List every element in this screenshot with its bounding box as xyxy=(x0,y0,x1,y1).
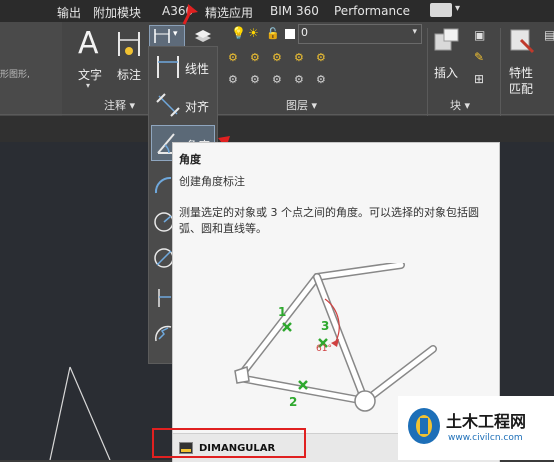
insert-button[interactable]: 插入 xyxy=(432,26,464,82)
layer-dropdown[interactable]: ▾ xyxy=(298,24,422,44)
block-attribute-icon[interactable]: ⊞ xyxy=(474,72,484,86)
command-highlight-box xyxy=(152,428,306,458)
watermark-emblem-icon xyxy=(408,408,440,444)
truncated-text: 形图形, xyxy=(0,70,30,80)
tooltip-body: 测量选定的对象或 3 个点之间的角度。可以选择的对象包括圆弧、圆和直线等。 xyxy=(179,206,479,235)
text-button[interactable]: A 文字 ▾ xyxy=(72,26,108,90)
match-properties-icon xyxy=(510,29,535,54)
layer-tool-icon[interactable]: ⚙ xyxy=(294,51,310,67)
watermark-name: 土木工程网 xyxy=(446,412,527,431)
match-label-2: 匹配 xyxy=(509,82,534,96)
insert-label: 插入 xyxy=(434,66,459,80)
tooltip-description: 创建角度标注 xyxy=(179,175,245,188)
tab-output[interactable]: 输出 xyxy=(57,4,81,21)
match-label-1: 特性 xyxy=(509,66,534,80)
layer-tool-icon[interactable]: ⚙ xyxy=(294,73,310,89)
chevron-down-icon: ▾ xyxy=(86,81,91,90)
layer-tool-icon[interactable]: ⚙ xyxy=(316,73,332,89)
block-tool-icon[interactable]: ▣ xyxy=(474,28,485,42)
point-label-2: 2 xyxy=(289,395,298,409)
match-properties-button[interactable]: 特性 匹配 xyxy=(505,26,541,96)
text-a-icon: A xyxy=(78,26,99,61)
panel-separator xyxy=(500,28,501,116)
dimension-icon xyxy=(118,32,140,56)
watermark-url: www.civilcn.com xyxy=(448,433,523,443)
sidebar-fragment: 形图形, xyxy=(0,22,62,116)
properties-icon[interactable]: ▤ xyxy=(544,28,554,42)
dimension-button[interactable]: 标注 xyxy=(112,26,146,86)
insert-block-icon xyxy=(434,28,459,51)
tooltip-title: 角度 xyxy=(179,153,201,166)
panel-separator xyxy=(427,28,428,116)
block-panel-title[interactable]: 块 ▾ xyxy=(450,97,470,113)
watermark-logo: 土木工程网 www.civilcn.com xyxy=(398,396,554,460)
annotation-panel-title[interactable]: 注释 ▾ xyxy=(104,97,135,113)
color-swatch xyxy=(285,29,295,39)
layer-panel-title[interactable]: 图层 ▾ xyxy=(286,97,317,113)
tab-addons[interactable]: 附加模块 xyxy=(93,4,141,21)
layer-tool-icon[interactable]: ⚙ xyxy=(316,51,332,67)
chevron-down-icon: ▾ xyxy=(412,27,417,37)
block-edit-icon[interactable]: ✎ xyxy=(474,50,484,64)
linear-dim-icon xyxy=(154,29,170,43)
point-label-1: 1 xyxy=(278,305,287,319)
point-label-3: 3 xyxy=(321,319,330,333)
tab-performance[interactable]: Performance xyxy=(334,4,410,18)
dimension-label: 标注 xyxy=(117,68,142,82)
angle-value-label: 61° xyxy=(316,344,332,354)
chevron-down-icon[interactable]: ▾ xyxy=(455,3,460,14)
tab-options-button[interactable] xyxy=(430,3,452,17)
